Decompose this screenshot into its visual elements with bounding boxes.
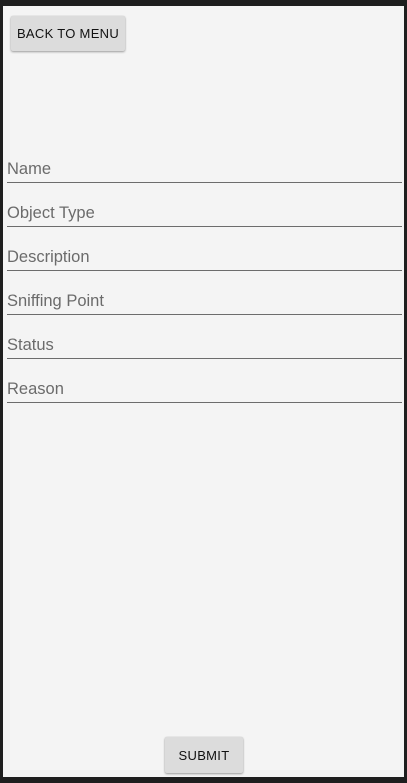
reason-field [7, 373, 402, 404]
object-type-field [7, 197, 402, 228]
description-field [7, 241, 402, 272]
back-to-menu-button[interactable]: BACK TO MENU [11, 16, 125, 51]
name-input[interactable] [7, 153, 402, 184]
submit-button[interactable]: SUBMIT [165, 737, 243, 773]
sniffing-point-field [7, 285, 402, 316]
status-field [7, 329, 402, 360]
reason-input[interactable] [7, 373, 402, 404]
app-screen: BACK TO MENU SUBMIT [3, 6, 404, 777]
status-input[interactable] [7, 329, 402, 360]
sniffing-point-input[interactable] [7, 285, 402, 316]
name-field [7, 153, 402, 184]
description-input[interactable] [7, 241, 402, 272]
object-type-input[interactable] [7, 197, 402, 228]
